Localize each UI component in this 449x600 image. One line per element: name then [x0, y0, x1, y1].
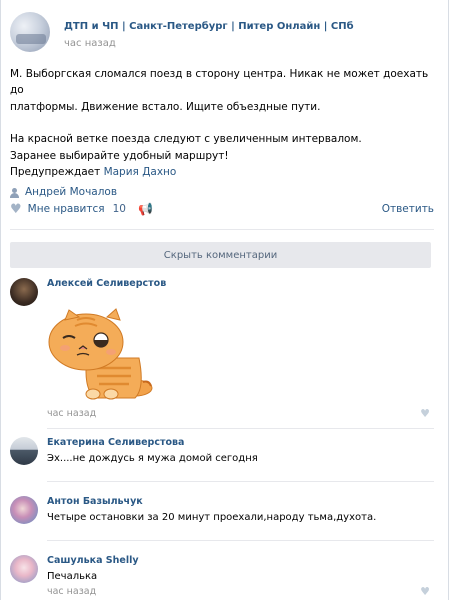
group-name-link[interactable]: ДТП и ЧП | Санкт-Петербург | Питер Онлай…	[64, 21, 354, 32]
post-text: М. Выборгская сломался поезд в сторону ц…	[10, 66, 434, 201]
comment-time[interactable]: час назад	[47, 586, 96, 597]
signer-name[interactable]: Андрей Мочалов	[25, 184, 117, 200]
sad-cat-sticker	[48, 308, 153, 400]
comment-time[interactable]: час назад	[47, 408, 96, 419]
warning-prefix: Предупреждает	[10, 166, 101, 179]
avatar[interactable]	[10, 437, 38, 465]
post-card: ДТП и ЧП | Санкт-Петербург | Питер Онлай…	[0, 0, 449, 600]
like-label: Мне нравится	[27, 203, 105, 215]
comment-text: Четыре остановки за 20 минут проехали,на…	[47, 512, 377, 523]
comment-divider	[47, 481, 434, 482]
avatar[interactable]	[10, 278, 38, 306]
divider	[10, 229, 434, 230]
post-header-text: ДТП и ЧП | Санкт-Петербург | Питер Онлай…	[64, 12, 354, 52]
comment: Екатерина Селиверстова Эх....не дождусь …	[10, 437, 434, 487]
warning-author-link[interactable]: Мария Дахно	[104, 166, 177, 178]
comment-author[interactable]: Антон Базыльчук	[47, 496, 143, 507]
comment-text: Печалька	[47, 571, 98, 582]
avatar[interactable]	[10, 555, 38, 583]
person-icon	[10, 187, 19, 198]
post-line: Заранее выбирайте удобный маршрут!	[10, 149, 229, 162]
post-line: платформы. Движение встало. Ищите объезд…	[10, 100, 321, 113]
post-line: На красной ветке поезда следуют с увелич…	[10, 133, 362, 146]
post-line: М. Выборгская сломался поезд в сторону ц…	[10, 68, 429, 97]
post-warning: Предупреждает Мария Дахно	[10, 164, 434, 180]
post-header: ДТП и ЧП | Санкт-Петербург | Питер Онлай…	[10, 12, 354, 52]
post-time[interactable]: час назад	[64, 38, 354, 49]
comment-author[interactable]: Алексей Селиверстов	[47, 278, 166, 289]
like-button[interactable]: ♥ Мне нравится 10	[10, 202, 126, 217]
comment-divider	[47, 540, 434, 541]
hide-comments-button[interactable]: Скрыть комментарии	[10, 242, 431, 268]
group-avatar[interactable]	[10, 12, 50, 52]
heart-icon[interactable]: ♥	[420, 585, 430, 598]
reply-button[interactable]: Ответить	[382, 203, 434, 215]
avatar[interactable]	[10, 496, 38, 524]
comment: Алексей Селиверстов час назад ♥	[10, 278, 434, 429]
comment-author[interactable]: Екатерина Селиверстова	[47, 437, 184, 448]
page: ДТП и ЧП | Санкт-Петербург | Питер Онлай…	[0, 0, 449, 600]
comment: Антон Базыльчук Четыре остановки за 20 м…	[10, 496, 434, 546]
comment-author[interactable]: Сашулька Shelly	[47, 555, 139, 566]
comment-divider	[47, 428, 434, 429]
heart-icon: ♥	[10, 201, 22, 217]
share-icon[interactable]: 📢	[138, 202, 153, 216]
like-count: 10	[112, 203, 126, 215]
post-signer[interactable]: Андрей Мочалов	[10, 184, 434, 200]
comment-text: Эх....не дождусь я мужа домой сегодня	[47, 453, 258, 464]
heart-icon[interactable]: ♥	[420, 407, 430, 420]
comment: Сашулька Shelly Печалька час назад ♥	[10, 555, 434, 599]
post-actions: ♥ Мне нравится 10 📢 Ответить	[10, 200, 434, 218]
